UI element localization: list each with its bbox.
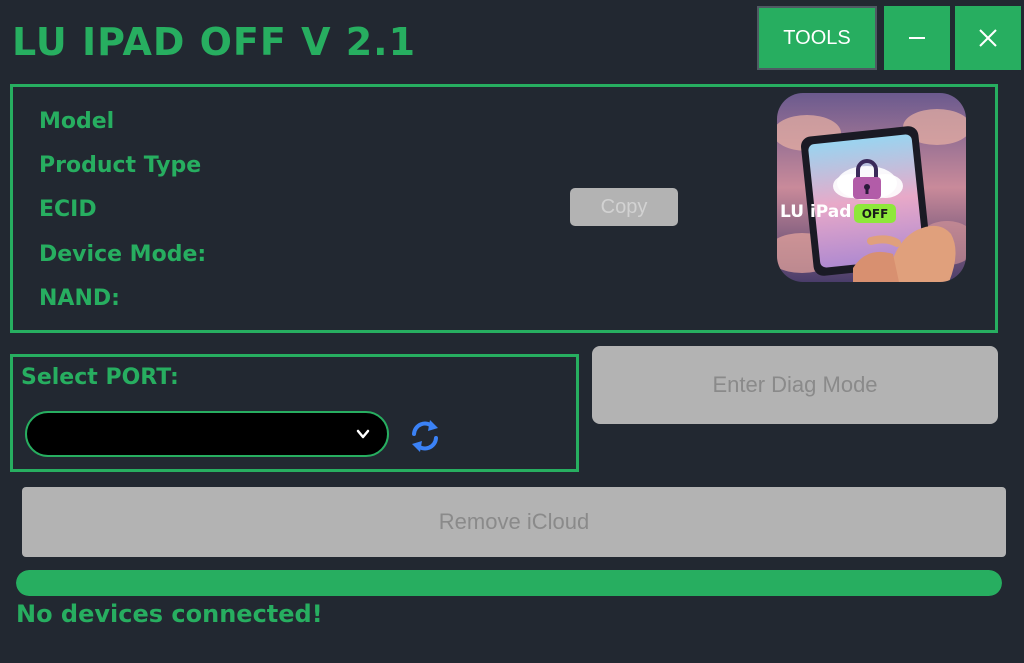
progress-fill — [16, 570, 1002, 596]
logo-badge: OFF — [862, 207, 889, 221]
enter-diag-mode-button[interactable]: Enter Diag Mode — [592, 346, 998, 424]
ipad-lock-logo-icon: LU iPad OFF — [777, 93, 966, 282]
minimize-button[interactable] — [884, 6, 950, 70]
tools-button[interactable]: TOOLS — [757, 6, 877, 70]
select-port-label: Select PORT: — [21, 365, 179, 390]
copy-button[interactable]: Copy — [570, 188, 678, 226]
refresh-icon[interactable] — [406, 417, 444, 455]
ecid-label: ECID — [39, 197, 97, 222]
port-select[interactable] — [25, 411, 389, 457]
minimize-icon — [909, 37, 925, 39]
device-mode-label: Device Mode: — [39, 242, 207, 267]
app-logo: LU iPad OFF — [777, 93, 966, 282]
status-text: No devices connected! — [16, 600, 323, 628]
device-info-panel: Model Product Type ECID Device Mode: NAN… — [10, 84, 998, 333]
close-icon — [979, 29, 997, 47]
nand-label: NAND: — [39, 286, 120, 311]
port-panel: Select PORT: — [10, 354, 579, 472]
remove-icloud-button[interactable]: Remove iCloud — [22, 487, 1006, 557]
chevron-down-icon — [356, 429, 370, 439]
logo-text: LU iPad — [780, 202, 851, 222]
close-button[interactable] — [955, 6, 1021, 70]
model-label: Model — [39, 109, 115, 134]
product-type-label: Product Type — [39, 153, 202, 178]
app-title: LU IPAD OFF V 2.1 — [12, 20, 417, 64]
progress-bar — [16, 570, 1002, 596]
